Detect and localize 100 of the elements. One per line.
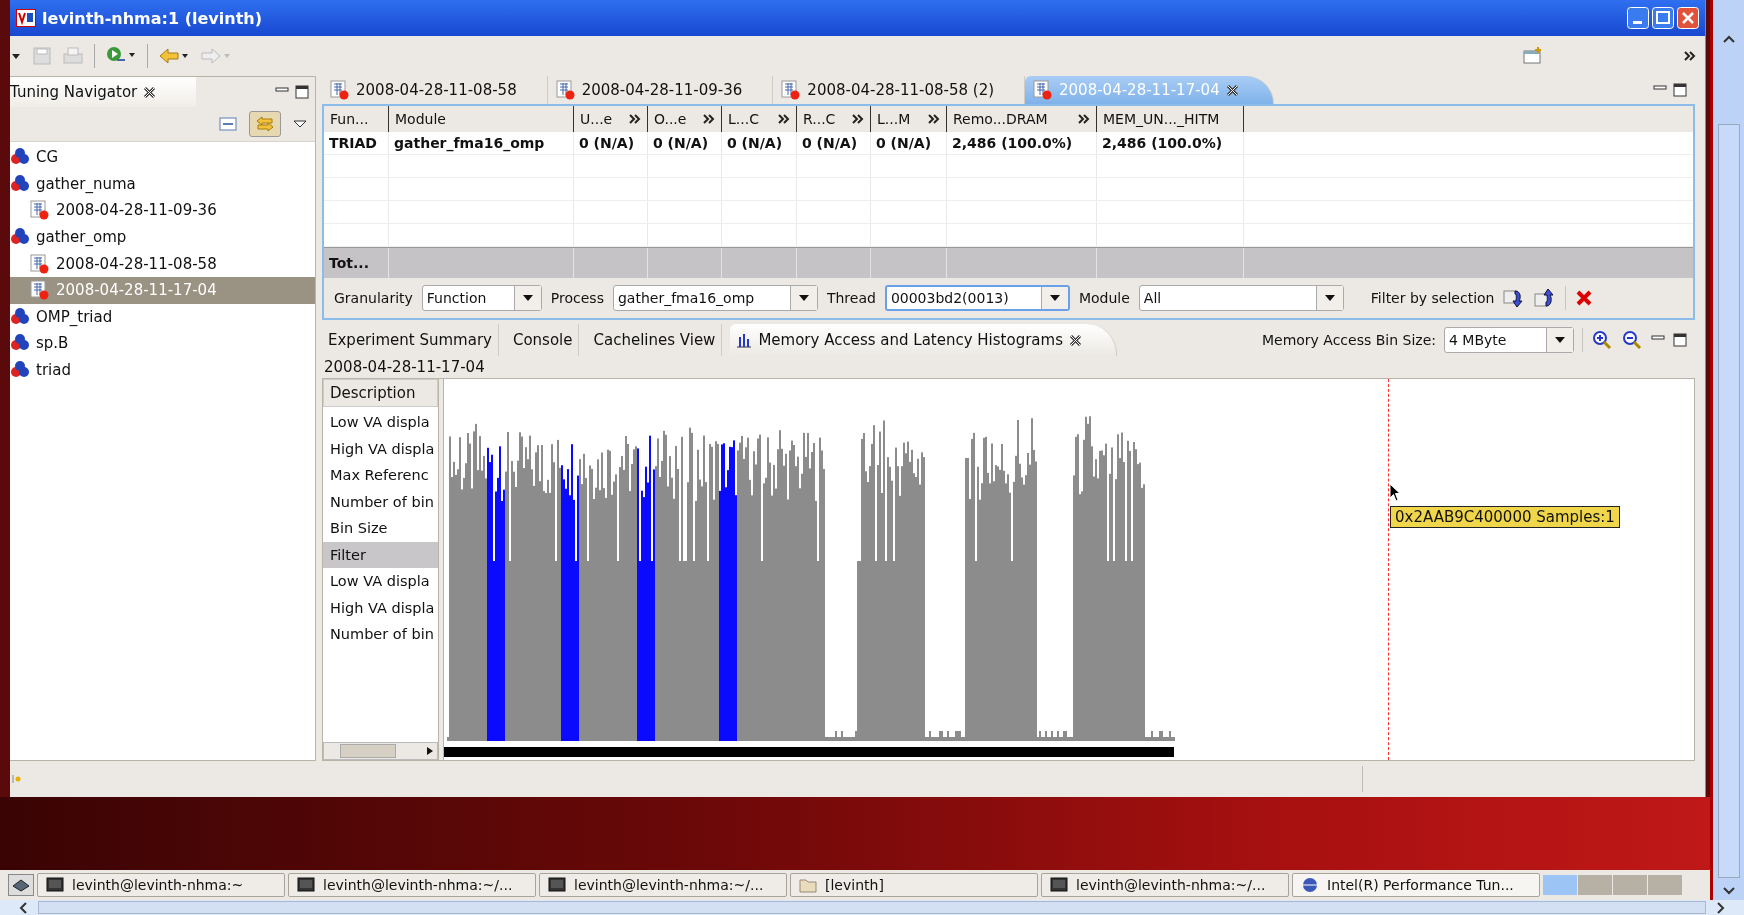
bin-size-dropdown[interactable]: 4 MByte xyxy=(1444,327,1574,353)
window-title: levinth-nhma:1 (levinth) xyxy=(42,8,262,28)
maximize-icon[interactable] xyxy=(1673,83,1687,97)
experiment-label: 2008-04-28-11-17-04 xyxy=(323,357,486,378)
filter-down-icon[interactable] xyxy=(1503,288,1526,308)
vertical-scrollbar[interactable] xyxy=(1710,0,1744,900)
tree-item[interactable]: gather_omp xyxy=(10,223,315,251)
column-header[interactable]: L...M xyxy=(871,106,947,132)
bin-size-label: Memory Access Bin Size: xyxy=(1261,332,1436,348)
scroll-up-icon[interactable] xyxy=(1721,34,1736,44)
column-header[interactable]: Description xyxy=(323,379,438,407)
expand-chevron-icon[interactable] xyxy=(852,114,864,124)
back-arrow-icon[interactable] xyxy=(158,46,190,66)
taskbar-button[interactable]: Intel(R) Performance Tun... xyxy=(1292,873,1540,897)
scroll-right-icon[interactable] xyxy=(1716,901,1726,914)
description-item[interactable]: Number of bin xyxy=(323,621,438,648)
taskbar-button[interactable]: [levinth] xyxy=(790,873,1038,897)
dropdown-arrow-icon[interactable] xyxy=(1554,336,1566,344)
tree-item[interactable]: triad xyxy=(10,356,315,384)
perspective-icon[interactable] xyxy=(1523,47,1543,65)
view-tab[interactable]: Memory Access and Latency Histograms xyxy=(730,324,1117,356)
results-grid-icon xyxy=(30,280,50,301)
view-tab[interactable]: Experiment Summary xyxy=(322,324,499,356)
table-cell: 0 (N/A) xyxy=(797,132,871,154)
process-dropdown[interactable]: gather_fma16_omp xyxy=(612,285,818,311)
molecule-icon xyxy=(10,307,30,326)
table-cell: 0 (N/A) xyxy=(648,132,722,154)
results-grid-icon xyxy=(555,80,576,100)
scroll-thumb[interactable] xyxy=(340,744,396,758)
column-header[interactable]: Remo...DRAM xyxy=(947,106,1097,132)
collapse-all-icon[interactable] xyxy=(219,116,237,132)
dropdown-arrow-icon[interactable] xyxy=(797,294,810,302)
thread-dropdown[interactable]: 00003bd2(0013) xyxy=(884,285,1070,311)
description-item[interactable]: High VA displa xyxy=(323,435,438,462)
column-header[interactable]: Module xyxy=(389,106,574,132)
expand-chevron-icon[interactable] xyxy=(778,114,790,124)
tree-item[interactable]: 2008-04-28-11-08-58 xyxy=(10,250,315,277)
taskbar-button[interactable]: levinth@levinth-nhma:~/... xyxy=(288,873,536,897)
scroll-left-icon[interactable] xyxy=(18,901,28,914)
tree-item[interactable]: sp.B xyxy=(10,330,315,357)
description-item[interactable]: Filter xyxy=(323,541,438,568)
zoom-in-icon[interactable] xyxy=(1591,329,1613,351)
column-header[interactable]: R...C xyxy=(797,106,871,132)
taskbar-button[interactable]: levinth@levinth-nhma:~/... xyxy=(539,873,787,897)
view-menu-icon[interactable] xyxy=(293,119,307,129)
results-grid-icon xyxy=(30,253,50,274)
description-item[interactable]: Number of bin xyxy=(323,488,438,515)
column-header[interactable]: L...C xyxy=(722,106,797,132)
scroll-down-icon[interactable] xyxy=(1721,886,1736,896)
taskbar-button[interactable]: levinth@levinth-nhma:~ xyxy=(37,873,285,897)
terminal-icon xyxy=(297,877,315,893)
navigator-tab[interactable]: Tuning Navigator xyxy=(10,77,197,107)
clear-filter-icon[interactable] xyxy=(1575,289,1594,307)
granularity-dropdown[interactable]: Function xyxy=(421,285,542,311)
description-item[interactable]: High VA displa xyxy=(323,594,438,621)
bar-chart-icon xyxy=(736,332,753,348)
description-item[interactable]: Bin Size xyxy=(323,515,438,542)
description-item[interactable]: Low VA displa xyxy=(323,409,438,436)
column-header[interactable]: O...e xyxy=(648,106,722,132)
tree-item[interactable]: gather_numa xyxy=(10,170,315,198)
dropdown-arrow-icon[interactable] xyxy=(521,294,534,302)
expand-chevron-icon[interactable] xyxy=(1078,114,1090,124)
view-tab[interactable]: Cachelines View xyxy=(587,324,723,356)
column-header[interactable]: U...e xyxy=(574,106,648,132)
more-chevron-icon[interactable] xyxy=(1683,50,1697,62)
horizontal-scrollbar[interactable] xyxy=(323,742,438,760)
scroll-thumb[interactable] xyxy=(1717,124,1740,878)
molecule-icon xyxy=(10,334,30,353)
tree-item[interactable]: CG xyxy=(10,144,315,171)
horizontal-scrollbar[interactable] xyxy=(0,900,1744,915)
dropdown-arrow-icon[interactable] xyxy=(1323,294,1336,302)
column-header[interactable]: Fun... xyxy=(324,106,389,132)
zoom-out-icon[interactable] xyxy=(1621,329,1643,351)
terminal-icon xyxy=(1050,877,1068,893)
scroll-thumb[interactable] xyxy=(38,901,1706,914)
dropdown-caret-icon[interactable] xyxy=(10,51,22,61)
maximize-icon[interactable] xyxy=(1673,333,1687,347)
close-icon[interactable] xyxy=(143,85,157,99)
molecule-icon xyxy=(10,174,30,193)
minimize-icon[interactable] xyxy=(1627,7,1649,29)
expand-chevron-icon[interactable] xyxy=(629,114,641,124)
taskbar-button[interactable]: levinth@levinth-nhma:~/... xyxy=(1041,873,1289,897)
terminal-icon xyxy=(46,877,64,893)
description-item[interactable]: Max Referenc xyxy=(323,462,438,489)
close-icon[interactable] xyxy=(1225,83,1239,97)
description-item[interactable]: Low VA displa xyxy=(323,568,438,595)
show-desktop-icon[interactable] xyxy=(8,874,34,896)
maximize-icon[interactable] xyxy=(295,85,309,99)
expand-chevron-icon[interactable] xyxy=(703,114,715,124)
tree-item[interactable]: 2008-04-28-11-09-36 xyxy=(10,197,315,224)
module-label: Module xyxy=(1078,290,1130,306)
filter-up-icon[interactable] xyxy=(1534,288,1557,308)
module-dropdown[interactable]: All xyxy=(1138,285,1344,311)
tree-item[interactable]: OMP_triad xyxy=(10,303,315,331)
scroll-arrow-icon[interactable] xyxy=(426,746,434,756)
view-tab[interactable]: Console xyxy=(506,324,580,356)
close-icon[interactable] xyxy=(1068,333,1082,347)
expand-chevron-icon[interactable] xyxy=(928,114,940,124)
dropdown-arrow-icon[interactable] xyxy=(1048,294,1061,302)
column-header[interactable]: MEM_UN..._HITM xyxy=(1097,106,1244,132)
